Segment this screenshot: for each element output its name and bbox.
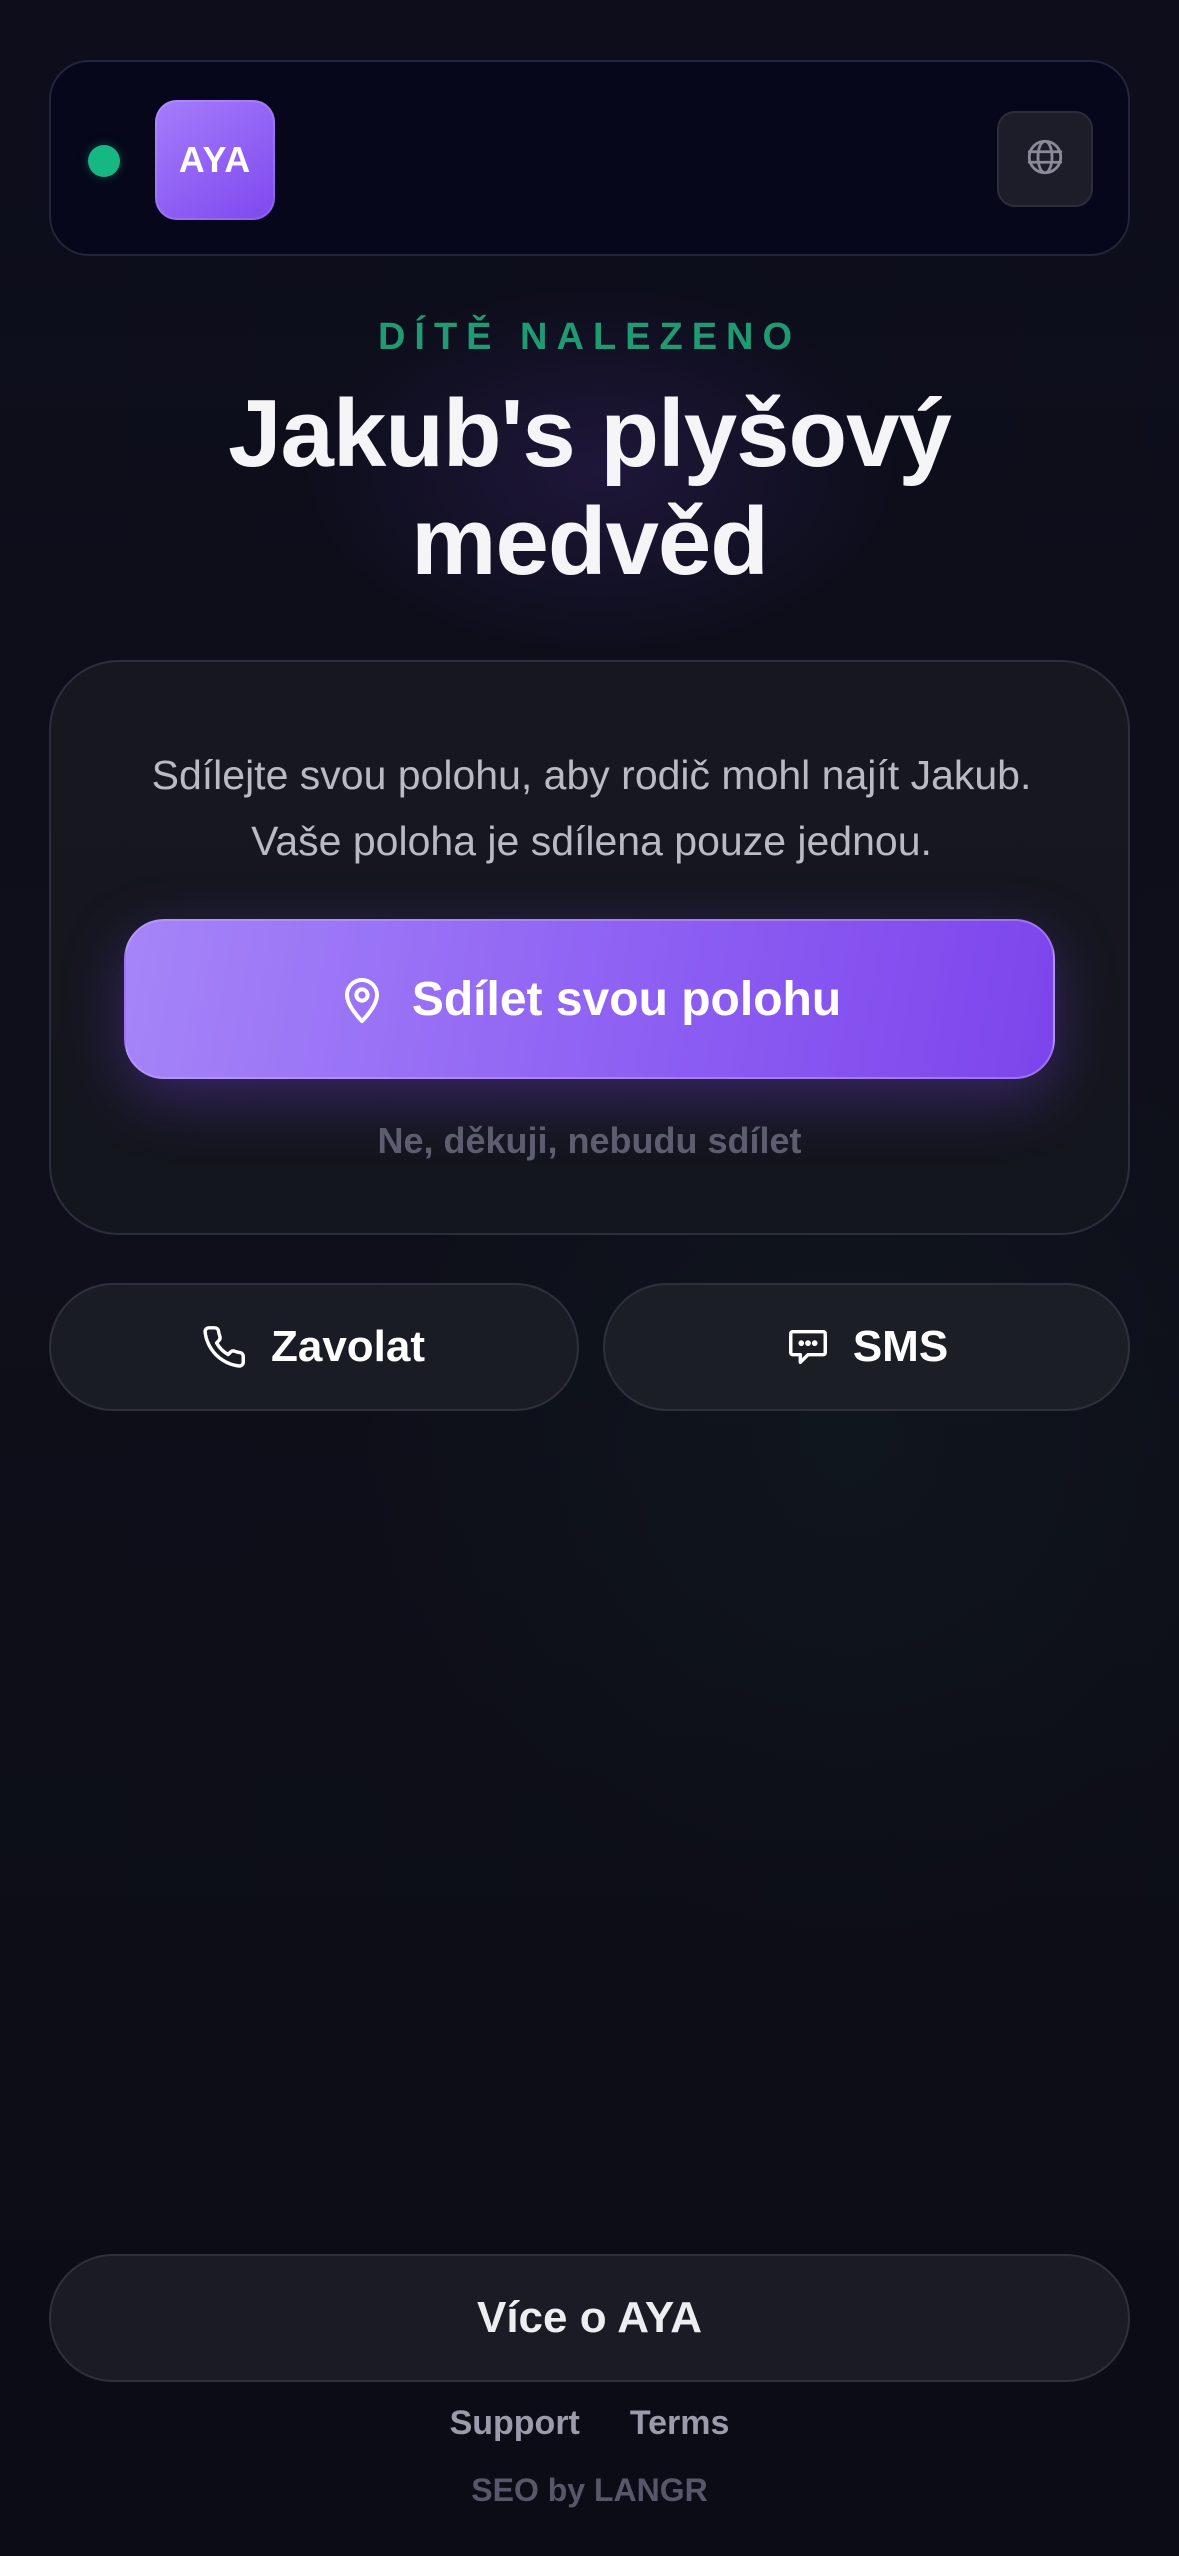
call-button[interactable]: Zavolat — [49, 1283, 579, 1411]
share-description: Sdílejte svou polohu, aby rodič mohl naj… — [151, 752, 1032, 864]
support-link[interactable]: Support — [450, 2404, 580, 2443]
chat-bubble-icon — [785, 1324, 831, 1370]
phone-icon — [203, 1324, 249, 1370]
footer-credit[interactable]: SEO by LANGR — [0, 2472, 1179, 2509]
language-button[interactable] — [997, 111, 1093, 207]
decline-share-link[interactable]: Ne, děkuji, nebudu sdílet — [51, 1120, 1128, 1162]
about-aya-button[interactable]: Více o AYA — [49, 2254, 1130, 2382]
footer-links: Support Terms — [0, 2404, 1179, 2443]
sms-button[interactable]: SMS — [603, 1283, 1130, 1411]
call-label: Zavolat — [270, 1322, 426, 1371]
sms-label: SMS — [852, 1322, 949, 1371]
share-location-label: Sdílet svou polohu — [411, 972, 842, 1026]
top-bar: AYA — [49, 60, 1130, 256]
location-pin-icon — [338, 973, 386, 1025]
terms-link[interactable]: Terms — [630, 2404, 730, 2443]
app-logo[interactable]: AYA — [155, 100, 275, 220]
globe-icon — [1024, 136, 1066, 183]
status-indicator — [88, 145, 120, 177]
page-title: Jakub's plyšový medvěd — [228, 380, 952, 595]
status-label: DÍTĚ NALEZENO — [377, 316, 802, 358]
share-location-card: Sdílejte svou polohu, aby rodič mohl naj… — [49, 660, 1130, 1235]
share-location-button[interactable]: Sdílet svou polohu — [124, 919, 1055, 1079]
